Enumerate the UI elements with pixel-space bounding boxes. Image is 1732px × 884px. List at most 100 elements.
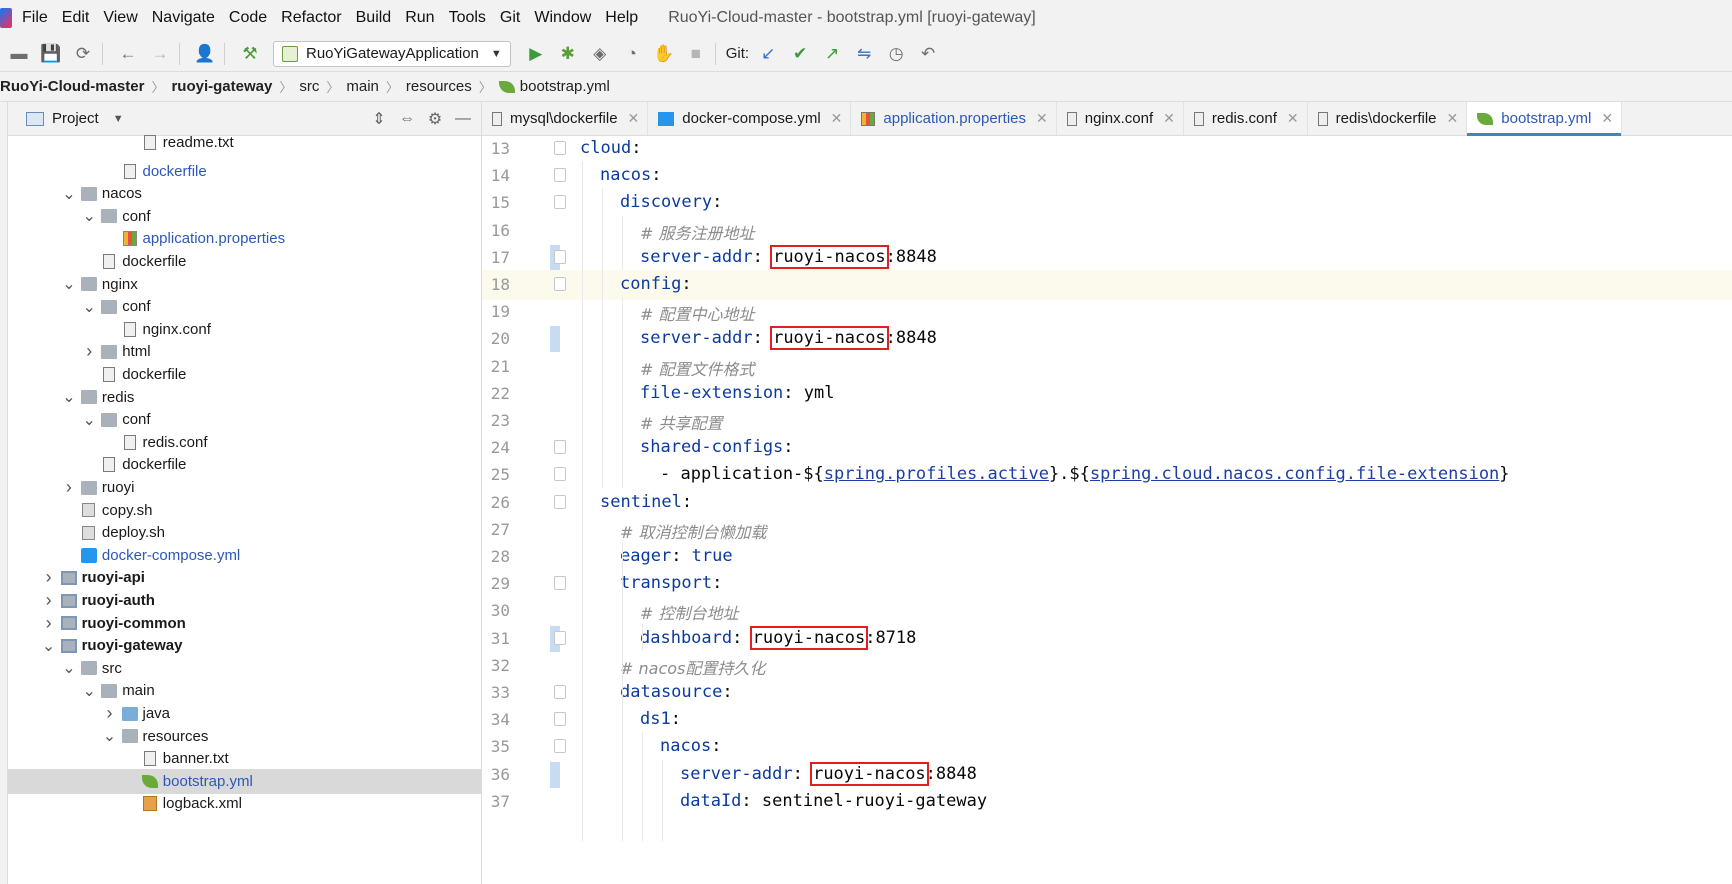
forward-icon[interactable]: → [147, 41, 173, 67]
git-push-icon[interactable]: ↗ [819, 41, 845, 67]
tree-item[interactable]: › java [8, 701, 481, 726]
code-line[interactable]: 22 file-extension: yml [482, 379, 1732, 409]
chevron-right-icon[interactable]: › [81, 341, 97, 362]
chevron-down-icon[interactable]: ⌄ [61, 274, 77, 294]
tree-item[interactable]: deploy.sh [8, 520, 481, 545]
close-icon[interactable]: ✕ [1287, 110, 1299, 127]
code-line[interactable]: 21 # 配置文件格式 [482, 352, 1732, 382]
close-icon[interactable]: ✕ [831, 110, 843, 127]
tree-item[interactable]: banner.txt [8, 746, 481, 771]
fold-marker-icon[interactable] [554, 277, 566, 291]
git-commit-icon[interactable]: ✔ [787, 41, 813, 67]
gear-icon[interactable]: ⚙ [421, 109, 449, 129]
code-line[interactable]: 23 # 共享配置 [482, 406, 1732, 436]
tree-item[interactable]: › html [8, 339, 481, 364]
editor-tab[interactable]: redis.conf ✕ [1184, 102, 1308, 135]
code-line[interactable]: 30 # 控制台地址 [482, 596, 1732, 626]
project-panel-title[interactable]: Project [52, 110, 99, 127]
chevron-down-icon[interactable]: ⌄ [41, 636, 57, 656]
tree-item[interactable]: dockerfile [8, 362, 481, 387]
code-line[interactable]: 14 nacos: [482, 161, 1732, 191]
tree-item[interactable]: ⌄ main [8, 678, 481, 703]
chevron-down-icon[interactable]: ⌄ [61, 658, 77, 678]
expand-all-icon[interactable]: ⇕ [365, 109, 393, 129]
placeholder-reference[interactable]: spring.profiles.active [824, 464, 1049, 484]
menu-run[interactable]: Run [405, 9, 434, 27]
tree-item[interactable]: › ruoyi [8, 475, 481, 500]
vcs-change-marker[interactable] [550, 761, 560, 788]
chevron-down-icon[interactable]: ▼ [113, 113, 124, 125]
chevron-right-icon[interactable]: › [61, 477, 77, 498]
chevron-right-icon[interactable]: › [41, 613, 57, 634]
hide-panel-icon[interactable]: — [449, 110, 477, 128]
tree-item[interactable]: ⌄ resources [8, 724, 481, 749]
chevron-down-icon[interactable]: ⌄ [81, 297, 97, 317]
tree-item[interactable]: ⌄ nacos [8, 181, 481, 206]
save-all-icon[interactable]: 💾 [38, 41, 64, 67]
fold-marker-icon[interactable] [554, 712, 566, 727]
tree-item[interactable]: ⌄ conf [8, 294, 481, 319]
tree-item[interactable]: ⌄ conf [8, 407, 481, 432]
chevron-down-icon[interactable]: ⌄ [81, 681, 97, 701]
fold-marker-icon[interactable] [554, 576, 566, 591]
close-icon[interactable]: ✕ [1601, 110, 1613, 127]
code-line[interactable]: 24 shared-configs: [482, 433, 1732, 463]
breadcrumb-resources[interactable]: resources [406, 78, 472, 95]
menu-code[interactable]: Code [229, 9, 267, 27]
close-icon[interactable]: ✕ [1163, 110, 1175, 127]
code-line[interactable]: 37 dataId: sentinel-ruoyi-gateway [482, 787, 1732, 817]
editor-tab[interactable]: bootstrap.yml ✕ [1467, 102, 1623, 136]
tree-item[interactable]: copy.sh [8, 498, 481, 523]
debug-icon[interactable]: ✱ [555, 41, 581, 67]
chevron-down-icon[interactable]: ⌄ [81, 410, 97, 430]
profile-icon[interactable]: ◔ [619, 41, 645, 67]
fold-marker-icon[interactable] [554, 685, 566, 699]
fold-marker-icon[interactable] [554, 195, 566, 210]
code-line[interactable]: 31 dashboard: ruoyi-nacos:8718 [482, 624, 1732, 654]
tree-item[interactable]: ⌄ conf [8, 204, 481, 229]
git-compare-icon[interactable]: ⇋ [851, 41, 877, 67]
stop-icon[interactable]: ■ [683, 41, 709, 67]
code-line[interactable]: 25 - application-${spring.profiles.active… [482, 460, 1732, 490]
chevron-down-icon[interactable]: ⌄ [61, 184, 77, 204]
breadcrumb-module[interactable]: ruoyi-gateway [171, 78, 272, 95]
breadcrumb-main[interactable]: main [346, 78, 379, 95]
fold-marker-icon[interactable] [554, 168, 566, 183]
code-line[interactable]: 13 cloud: [482, 136, 1732, 164]
breadcrumb-file[interactable]: bootstrap.yml [520, 78, 610, 95]
chevron-right-icon[interactable]: › [41, 590, 57, 611]
open-folder-icon[interactable]: ▬ [6, 41, 32, 67]
code-line[interactable]: 26 sentinel: [482, 488, 1732, 518]
menu-tools[interactable]: Tools [449, 9, 486, 27]
user-dropdown-icon[interactable]: 👤 [192, 41, 218, 67]
chevron-down-icon[interactable]: ⌄ [81, 206, 97, 226]
breadcrumb-src[interactable]: src [299, 78, 319, 95]
editor-tab[interactable]: nginx.conf ✕ [1057, 102, 1184, 135]
code-line[interactable]: 32 # nacos配置持久化 [482, 651, 1732, 681]
code-line[interactable]: 36 server-addr: ruoyi-nacos:8848 [482, 760, 1732, 790]
code-line[interactable]: 33 datasource: [482, 678, 1732, 708]
editor-tab[interactable]: application.properties ✕ [851, 102, 1057, 135]
code-line[interactable]: 16 # 服务注册地址 [482, 216, 1732, 246]
code-line[interactable]: 19 # 配置中心地址 [482, 297, 1732, 327]
tree-item[interactable]: ⌄ src [8, 656, 481, 681]
tree-item[interactable]: application.properties [8, 226, 481, 251]
menu-edit[interactable]: Edit [62, 9, 90, 27]
code-line[interactable]: 15 discovery: [482, 188, 1732, 218]
tree-item[interactable]: dockerfile [8, 452, 481, 477]
close-icon[interactable]: ✕ [1447, 110, 1459, 127]
tree-item[interactable]: ⌄ redis [8, 385, 481, 410]
tree-item[interactable]: ⌄ nginx [8, 272, 481, 297]
build-hammer-icon[interactable]: ⚒ [237, 41, 263, 67]
code-line[interactable]: 34 ds1: [482, 705, 1732, 735]
attach-icon[interactable]: ✋ [651, 41, 677, 67]
code-line[interactable]: 27 # 取消控制台懒加载 [482, 515, 1732, 545]
breadcrumb-project[interactable]: RuoYi-Cloud-master [0, 78, 144, 95]
rollback-icon[interactable]: ↶ [915, 41, 941, 67]
placeholder-reference[interactable]: spring.cloud.nacos.config.file-extension [1090, 464, 1499, 484]
git-update-icon[interactable]: ↙ [755, 41, 781, 67]
tree-item[interactable]: redis.conf [8, 430, 481, 455]
tree-item[interactable]: docker-compose.yml [8, 543, 481, 568]
menu-navigate[interactable]: Navigate [152, 9, 215, 27]
menu-file[interactable]: File [22, 9, 48, 27]
